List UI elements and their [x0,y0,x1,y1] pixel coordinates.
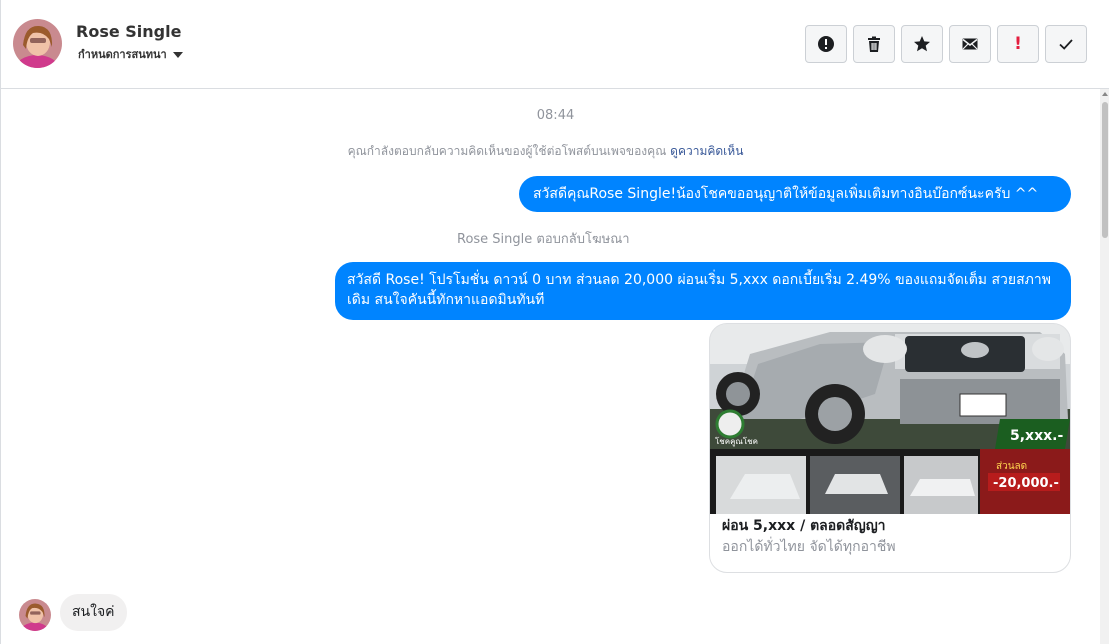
envelope-icon [962,38,978,50]
contact-name[interactable]: Rose Single [76,22,181,41]
star-conversation-button[interactable] [901,25,943,63]
caret-down-icon [172,51,183,58]
trash-icon [868,36,880,52]
scroll-up-arrow-icon[interactable] [1102,92,1108,96]
ad-installment-text: 5,xxx.- [1010,428,1063,444]
incoming-message: สนใจค่ [60,594,127,631]
outgoing-message: สวัสดีคุณRose Single!น้องโชคขออนุญาติให้… [519,176,1071,212]
sender-avatar[interactable] [19,599,51,631]
ad-discount-text: -20,000.- [993,476,1059,491]
svg-text:โชคคูณโชค: โชคคูณโชค [715,436,758,447]
outgoing-message: สวัสดี Rose! โปรโมชั่น ดาวน์ 0 บาท ส่วนล… [335,262,1071,320]
ad-image: โชคคูณโชค 5,xxx.- ส่วนลด -20,000.- [710,324,1070,514]
mark-spam-button[interactable] [805,25,847,63]
delete-conversation-button[interactable] [853,25,895,63]
conversation-label-text: กำหนดการสนทนา [78,48,167,61]
star-icon [914,36,930,52]
ad-preview-card[interactable]: โชคคูณโชค 5,xxx.- ส่วนลด -20,000.- ผ่อน … [709,323,1071,573]
message-timestamp: 08:44 [536,108,575,123]
contact-avatar[interactable] [13,19,62,68]
avatar-photo [13,19,62,68]
conversation-header: Rose Single กำหนดการสนทนา ! [1,0,1109,89]
header-action-toolbar: ! [805,25,1087,63]
messenger-window: Rose Single กำหนดการสนทนา ! 08:44 คุณกำล… [0,0,1109,644]
exclamation-circle-icon [818,36,834,52]
reply-context-notice: คุณกำลังตอบกลับความคิดเห็นของผู้ใช้ต่อโพ… [1,142,1090,161]
ad-title: ผ่อน 5,xxx / ตลอดสัญญา [722,518,886,534]
mark-done-button[interactable] [1045,25,1087,63]
check-icon [1059,39,1073,50]
follow-up-button[interactable]: ! [997,25,1039,63]
avatar-photo [19,599,51,631]
reply-context-text: คุณกำลังตอบกลับความคิดเห็นของผู้ใช้ต่อโพ… [347,144,667,158]
view-comment-link[interactable]: ดูความคิดเห็น [670,144,743,158]
conversation-label-dropdown[interactable]: กำหนดการสนทนา [78,45,183,63]
ad-subtitle: ออกได้ทั่วไทย จัดได้ทุกอาชีพ [722,539,896,555]
ad-discount-label: ส่วนลด [996,461,1027,472]
ad-reply-notice: Rose Single ตอบกลับโฆษณา [457,232,630,247]
mark-unread-button[interactable] [949,25,991,63]
red-exclamation-icon: ! [1014,34,1022,54]
